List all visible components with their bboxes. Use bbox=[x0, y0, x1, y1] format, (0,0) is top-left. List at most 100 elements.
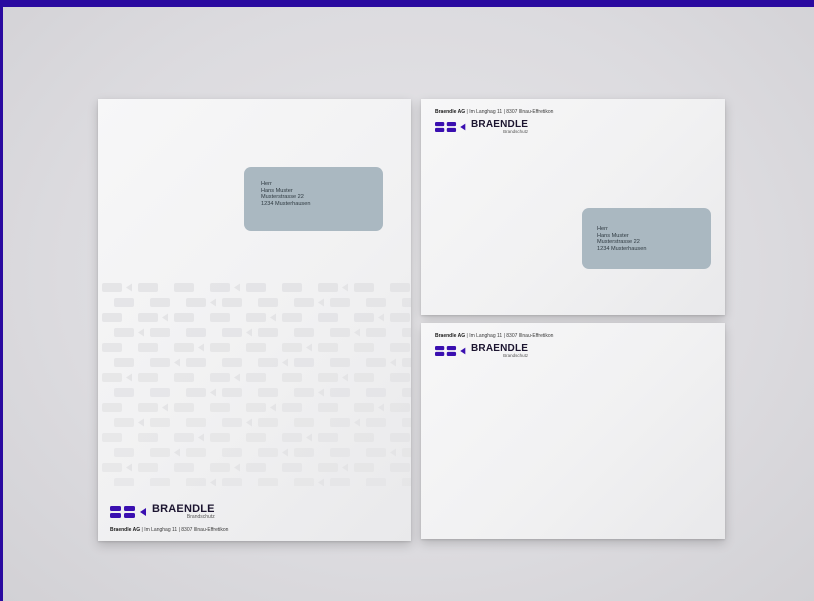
watermark-triangle bbox=[354, 418, 360, 427]
watermark-triangle bbox=[342, 463, 348, 472]
watermark-block bbox=[330, 358, 350, 367]
watermark-block bbox=[150, 298, 170, 307]
watermark-block bbox=[282, 313, 302, 322]
brand-mark-icon bbox=[435, 121, 466, 132]
watermark-block bbox=[186, 478, 206, 486]
watermark-triangle bbox=[210, 478, 216, 486]
brand-tagline: Brandschutz bbox=[503, 129, 529, 134]
watermark-block bbox=[402, 298, 411, 307]
watermark-block bbox=[138, 313, 158, 322]
watermark-block bbox=[246, 313, 266, 322]
watermark-block bbox=[282, 343, 302, 352]
sender-street: Im Langhag 11 bbox=[469, 333, 503, 339]
watermark-block bbox=[354, 283, 374, 292]
sender-company: Braendle AG bbox=[435, 109, 466, 115]
watermark-block bbox=[258, 298, 278, 307]
watermark-block bbox=[330, 418, 350, 427]
watermark-block bbox=[390, 433, 410, 442]
watermark-triangle bbox=[234, 283, 240, 292]
watermark-triangle bbox=[126, 373, 132, 382]
watermark-block bbox=[366, 328, 386, 337]
plain-envelope: Braendle AG | Im Langhag 11 | 8307 Illna… bbox=[421, 323, 725, 539]
sender-company: Braendle AG bbox=[110, 527, 141, 533]
watermark-block bbox=[402, 388, 411, 397]
watermark-block bbox=[174, 463, 194, 472]
watermark-block bbox=[222, 328, 242, 337]
watermark-block bbox=[102, 313, 122, 322]
recipient-city: 1234 Musterhausen bbox=[597, 245, 647, 252]
watermark-block bbox=[186, 298, 206, 307]
watermark-block bbox=[366, 418, 386, 427]
watermark-block bbox=[330, 298, 350, 307]
watermark-triangle bbox=[390, 448, 396, 457]
watermark-block bbox=[294, 388, 314, 397]
watermark-block bbox=[354, 403, 374, 412]
watermark-block bbox=[222, 298, 242, 307]
watermark-block bbox=[354, 313, 374, 322]
watermark-block bbox=[186, 448, 206, 457]
watermark-block bbox=[390, 343, 410, 352]
watermark-block bbox=[330, 448, 350, 457]
watermark-block bbox=[246, 283, 266, 292]
watermark-block bbox=[318, 373, 338, 382]
watermark-block bbox=[282, 283, 302, 292]
watermark-block bbox=[402, 478, 411, 486]
watermark-pattern-graphic bbox=[102, 283, 411, 486]
watermark-block bbox=[354, 373, 374, 382]
watermark-triangle bbox=[210, 388, 216, 397]
watermark-triangle bbox=[126, 283, 132, 292]
watermark-block bbox=[318, 313, 338, 322]
watermark-triangle bbox=[174, 358, 180, 367]
watermark-triangle bbox=[246, 418, 252, 427]
watermark-block bbox=[186, 418, 206, 427]
watermark-triangle bbox=[270, 313, 276, 322]
watermark-block bbox=[390, 313, 410, 322]
watermark-block bbox=[102, 373, 122, 382]
watermark-block bbox=[354, 343, 374, 352]
watermark-triangle bbox=[246, 328, 252, 337]
watermark-block bbox=[114, 478, 134, 486]
brand-tagline: Brandschutz bbox=[503, 353, 529, 358]
watermark-block bbox=[258, 478, 278, 486]
brand-mark-icon bbox=[435, 345, 466, 356]
watermark-block bbox=[246, 403, 266, 412]
watermark-block bbox=[318, 403, 338, 412]
sender-city: 8307 Illnau-Effretikon bbox=[506, 333, 554, 339]
watermark-block bbox=[282, 463, 302, 472]
watermark-block bbox=[402, 328, 411, 337]
watermark-block bbox=[318, 433, 338, 442]
watermark-block bbox=[210, 343, 230, 352]
watermark-block bbox=[246, 343, 266, 352]
watermark-block bbox=[174, 403, 194, 412]
address-window: Herr Hans Muster Musterstrasse 22 1234 M… bbox=[244, 167, 383, 231]
watermark-block bbox=[330, 478, 350, 486]
watermark-block bbox=[114, 328, 134, 337]
sender-line: Braendle AG | Im Langhag 11 | 8307 Illna… bbox=[435, 333, 553, 339]
watermark-block bbox=[186, 358, 206, 367]
watermark-triangle bbox=[378, 403, 384, 412]
watermark-triangle bbox=[342, 283, 348, 292]
watermark-block bbox=[102, 463, 122, 472]
watermark-block bbox=[186, 328, 206, 337]
watermark-triangle bbox=[342, 373, 348, 382]
watermark-block bbox=[222, 358, 242, 367]
sender-city: 8307 Illnau-Effretikon bbox=[181, 527, 229, 533]
watermark-block bbox=[366, 388, 386, 397]
watermark-triangle bbox=[138, 418, 144, 427]
watermark-block bbox=[150, 328, 170, 337]
watermark-block bbox=[186, 388, 206, 397]
watermark-triangle bbox=[234, 463, 240, 472]
watermark-block bbox=[174, 343, 194, 352]
watermark-triangle bbox=[318, 298, 324, 307]
watermark-triangle bbox=[126, 463, 132, 472]
watermark-block bbox=[366, 448, 386, 457]
watermark-block bbox=[258, 448, 278, 457]
watermark-triangle bbox=[306, 433, 312, 442]
watermark-block bbox=[294, 418, 314, 427]
watermark-block bbox=[102, 283, 122, 292]
watermark-block bbox=[318, 283, 338, 292]
watermark-block bbox=[150, 478, 170, 486]
logo-watermark-pattern bbox=[98, 281, 411, 486]
watermark-triangle bbox=[318, 388, 324, 397]
watermark-triangle bbox=[390, 358, 396, 367]
